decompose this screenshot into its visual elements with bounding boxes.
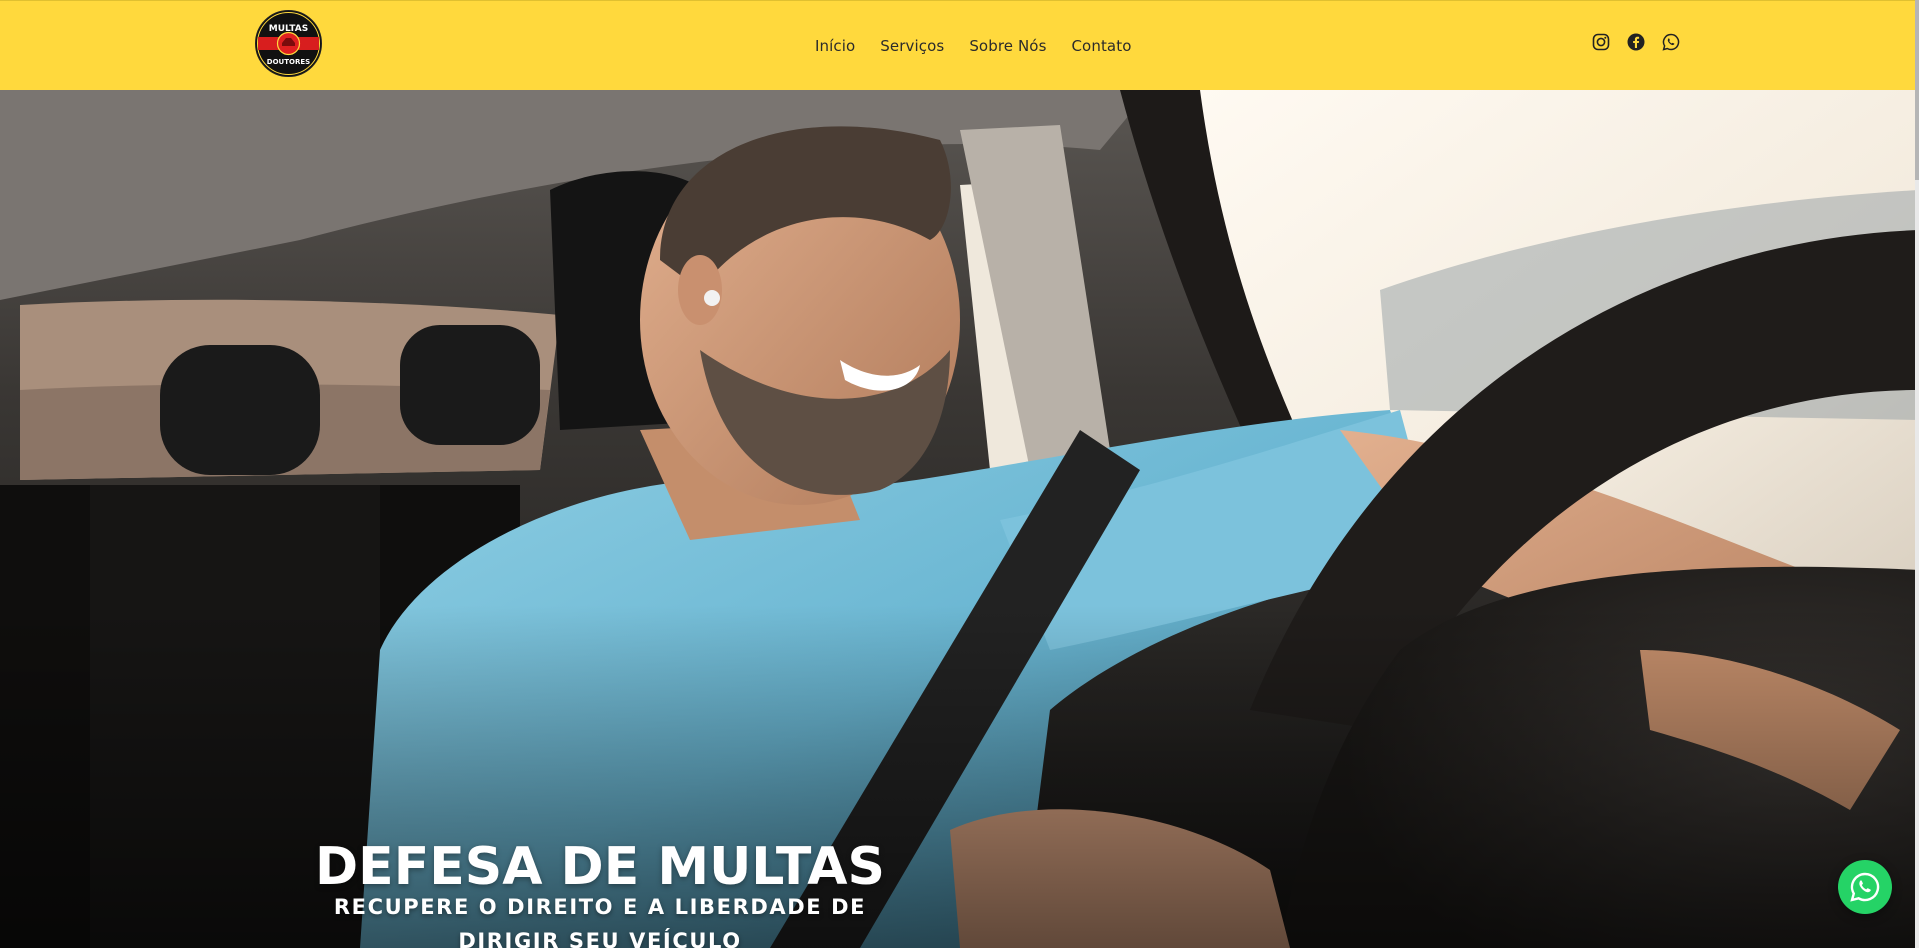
- whatsapp-icon[interactable]: [1662, 33, 1680, 51]
- smiling-driver-photo: [0, 90, 1919, 948]
- facebook-icon[interactable]: [1627, 33, 1645, 51]
- hero-subtitle-line-1: RECUPERE O DIREITO E A LIBERDADE DE: [333, 895, 867, 919]
- nav-contato[interactable]: Contato: [1071, 37, 1131, 55]
- hero-subtitle-line-2: DIRIGIR SEU VEÍCULO: [458, 929, 742, 948]
- site-logo[interactable]: MULTAS DOUTORES: [254, 9, 323, 78]
- whatsapp-float-button[interactable]: [1838, 860, 1892, 914]
- main-nav: Início Serviços Sobre Nós Contato: [815, 1, 1131, 91]
- page-scrollbar[interactable]: [1915, 0, 1919, 948]
- nav-inicio[interactable]: Início: [815, 37, 855, 55]
- nav-servicos[interactable]: Serviços: [880, 37, 944, 55]
- site-header: MULTAS DOUTORES Início Serviços Sobre Nó…: [0, 0, 1919, 90]
- logo-text-bottom: DOUTORES: [267, 58, 310, 66]
- logo-text-top: MULTAS: [269, 24, 308, 34]
- hero-section: DEFESA DE MULTAS RECUPERE O DIREITO E A …: [0, 90, 1919, 948]
- social-links: [1592, 33, 1680, 51]
- hero-subtitle: RECUPERE O DIREITO E A LIBERDADE DE DIRI…: [330, 890, 870, 948]
- instagram-icon[interactable]: [1592, 33, 1610, 51]
- scrollbar-thumb[interactable]: [1915, 0, 1919, 180]
- hero-title: DEFESA DE MULTAS: [315, 836, 885, 897]
- nav-sobre-nos[interactable]: Sobre Nós: [969, 37, 1046, 55]
- logo-emblem: MULTAS DOUTORES: [255, 10, 322, 77]
- whatsapp-icon: [1850, 872, 1880, 902]
